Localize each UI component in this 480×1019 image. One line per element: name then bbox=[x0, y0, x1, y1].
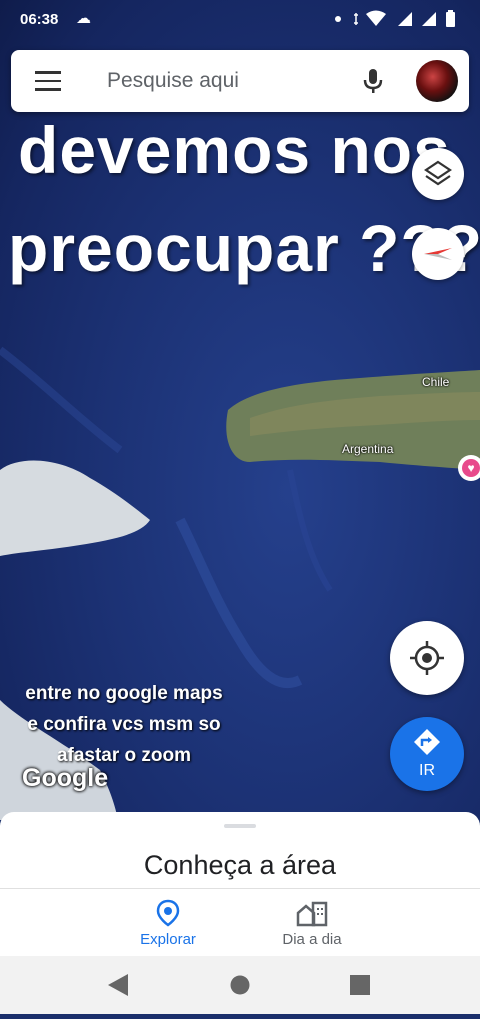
overlay-text-line2: preocupar ??? bbox=[8, 211, 480, 285]
overlay-text-line1: devemos nos bbox=[18, 113, 451, 187]
tab-daily-label: Dia a dia bbox=[282, 931, 342, 948]
map-label-argentina: Argentina bbox=[342, 442, 394, 456]
status-bar: 06:38 ☁ bbox=[0, 0, 480, 40]
caption-line: entre no google maps bbox=[25, 683, 223, 704]
my-location-button[interactable] bbox=[390, 621, 464, 695]
crosshair-location-icon bbox=[410, 641, 444, 675]
system-nav-bar bbox=[0, 956, 480, 1014]
explore-sheet[interactable]: Conheça a área bbox=[0, 812, 480, 892]
tab-explore[interactable]: Explorar bbox=[108, 899, 228, 948]
caption-line: e confira vcs msm so bbox=[27, 714, 221, 735]
layers-button[interactable] bbox=[412, 148, 464, 200]
recents-icon[interactable] bbox=[350, 975, 370, 995]
compass-button[interactable] bbox=[412, 228, 464, 280]
cloud-icon: ☁ bbox=[76, 10, 91, 27]
status-time: 06:38 bbox=[20, 11, 59, 28]
directions-icon bbox=[414, 729, 440, 755]
sheet-drag-handle[interactable] bbox=[224, 824, 256, 828]
go-label: IR bbox=[419, 762, 435, 779]
directions-go-button[interactable]: IR bbox=[390, 717, 464, 791]
map-label-chile: Chile bbox=[422, 375, 450, 389]
layers-icon bbox=[424, 160, 452, 186]
status-icons bbox=[334, 9, 462, 33]
search-bar[interactable]: Pesquise aqui bbox=[11, 50, 469, 112]
google-logo: Google bbox=[22, 764, 109, 792]
signal-wifi-battery-icons bbox=[335, 10, 455, 27]
menu-icon[interactable] bbox=[35, 71, 61, 91]
map-pin-marker[interactable]: ♥ bbox=[458, 455, 480, 481]
bottom-nav: Explorar Dia a dia bbox=[0, 888, 480, 957]
tab-explore-label: Explorar bbox=[140, 931, 196, 948]
avatar[interactable] bbox=[416, 60, 458, 102]
commute-buildings-icon bbox=[296, 901, 328, 927]
home-icon[interactable] bbox=[230, 975, 250, 995]
location-pin-icon bbox=[156, 899, 180, 927]
mic-icon[interactable] bbox=[362, 67, 384, 95]
overlay-caption: entre no google maps e confira vcs msm s… bbox=[8, 678, 240, 771]
search-input[interactable]: Pesquise aqui bbox=[107, 69, 239, 93]
back-icon[interactable] bbox=[108, 974, 128, 996]
heart-icon: ♥ bbox=[462, 459, 480, 477]
compass-icon bbox=[424, 248, 452, 260]
sheet-title: Conheça a área bbox=[143, 850, 337, 880]
tab-daily[interactable]: Dia a dia bbox=[252, 899, 372, 948]
